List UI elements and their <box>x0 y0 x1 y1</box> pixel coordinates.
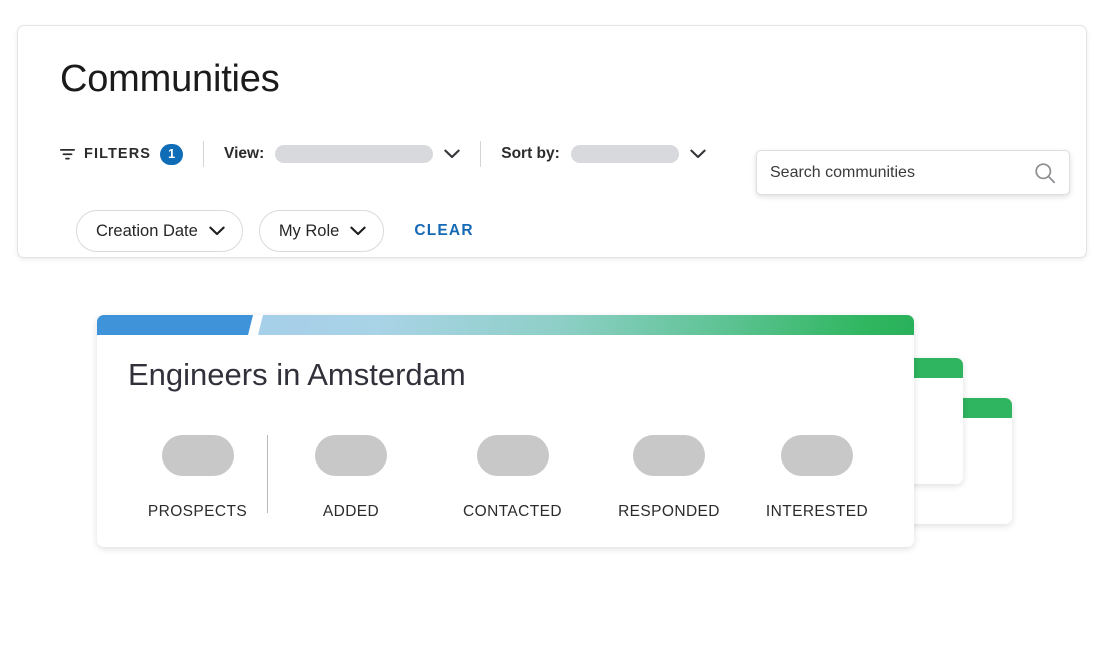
stat-value-placeholder <box>476 435 549 476</box>
stat-responded: RESPONDED <box>591 435 747 521</box>
stat-label: PROSPECTS <box>147 503 248 520</box>
clear-filters-link[interactable]: CLEAR <box>414 222 473 240</box>
chevron-down-icon <box>209 226 225 236</box>
community-stats: PROSPECTS ADDED CONTACTED RESPONDED INTE… <box>128 435 888 525</box>
community-title: Engineers in Amsterdam <box>128 357 466 392</box>
communities-list: Engineers in Amsterdam PROSPECTS ADDED C… <box>0 295 1116 655</box>
filter-toolbar: FILTERS 1 View: Sort by: <box>60 132 706 176</box>
active-filter-chips: Creation Date My Role CLEAR <box>76 210 474 252</box>
chevron-down-icon <box>690 149 706 159</box>
filters-panel: Communities FILTERS 1 View: Sort by: Sea… <box>17 25 1087 258</box>
filter-chip-creation-date[interactable]: Creation Date <box>76 210 243 252</box>
stat-added: ADDED <box>268 435 434 521</box>
search-box[interactable] <box>756 150 1070 195</box>
stat-value-placeholder <box>315 435 387 476</box>
page-title: Communities <box>60 58 280 100</box>
card-accent-bar-gradient-segment <box>258 315 914 335</box>
toolbar-divider-1 <box>203 141 205 167</box>
stat-value-placeholder <box>633 435 705 476</box>
filters-count-badge: 1 <box>160 143 184 165</box>
view-label: View: <box>224 145 265 162</box>
stat-label: ADDED <box>322 503 380 520</box>
search-input[interactable] <box>770 163 1034 182</box>
filters-button[interactable]: FILTERS 1 <box>60 143 184 165</box>
stat-contacted: CONTACTED <box>434 435 591 521</box>
filter-chip-label: My Role <box>278 221 340 240</box>
filters-label: FILTERS <box>84 146 152 162</box>
community-card[interactable]: Engineers in Amsterdam PROSPECTS ADDED C… <box>97 315 914 547</box>
search-icon[interactable] <box>1034 162 1056 184</box>
chevron-down-icon <box>350 226 366 236</box>
card-accent-bar <box>97 315 914 335</box>
sort-value-placeholder <box>570 145 679 163</box>
stat-value-placeholder <box>161 435 234 476</box>
view-selector[interactable]: View: <box>224 145 460 163</box>
stat-label: RESPONDED <box>618 503 720 520</box>
sort-label: Sort by: <box>501 145 560 162</box>
funnel-icon <box>60 148 75 161</box>
stat-prospects: PROSPECTS <box>128 435 267 521</box>
card-accent-bar-blue-segment <box>97 315 253 335</box>
stat-value-placeholder <box>781 435 853 476</box>
chevron-down-icon <box>444 149 460 159</box>
stat-label: INTERESTED <box>765 503 869 520</box>
stat-label: CONTACTED <box>463 503 562 520</box>
filter-chip-label: Creation Date <box>96 221 198 240</box>
filter-chip-my-role[interactable]: My Role <box>258 210 385 252</box>
sort-selector[interactable]: Sort by: <box>501 145 706 163</box>
toolbar-divider-2 <box>480 141 482 167</box>
view-value-placeholder <box>275 145 434 163</box>
stat-interested: INTERESTED <box>747 435 887 521</box>
